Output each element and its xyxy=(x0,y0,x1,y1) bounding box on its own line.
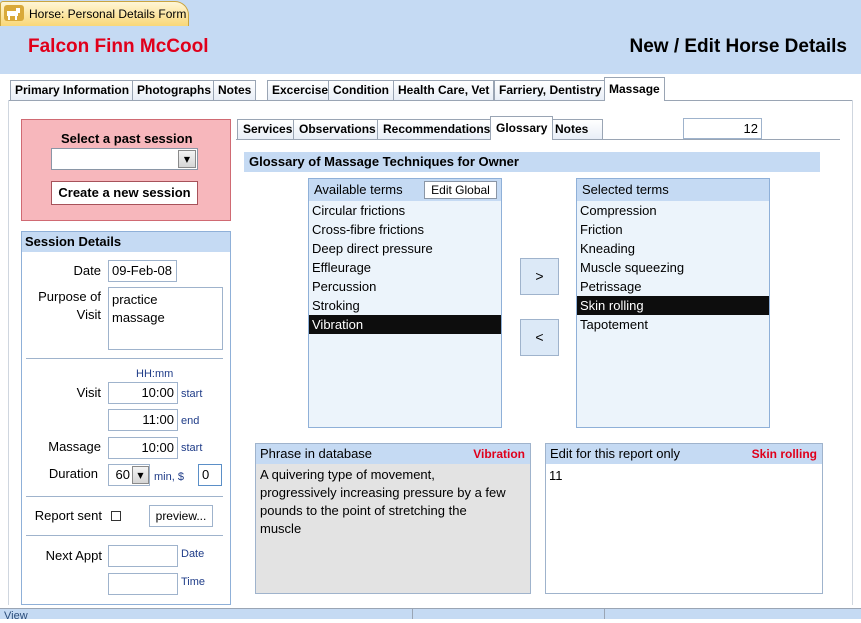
tab-farriery-dentistry[interactable]: Farriery, Dentistry xyxy=(494,80,607,100)
page-title: New / Edit Horse Details xyxy=(629,36,847,57)
phrase-panel-header: Phrase in database Vibration xyxy=(256,444,530,464)
horse-name: Falcon Finn McCool xyxy=(28,36,209,57)
tab-sub-notes[interactable]: Notes xyxy=(549,119,603,139)
form-tab-title: Horse: Personal Details Form xyxy=(29,7,187,21)
status-divider xyxy=(604,609,605,619)
selected-term-item[interactable]: Kneading xyxy=(577,239,769,258)
edit-text-area[interactable]: 11 xyxy=(546,464,822,588)
phrase-header-label: Phrase in database xyxy=(260,446,373,461)
tab-massage[interactable]: Massage xyxy=(604,77,665,101)
phrase-line: A quivering type of movement, xyxy=(260,467,435,482)
edit-for-report-panel: Edit for this report only Skin rolling 1… xyxy=(545,443,823,594)
selected-terms-header: Selected terms xyxy=(577,179,769,201)
status-divider xyxy=(412,609,413,619)
phrase-line: progressively increasing pressure by a f… xyxy=(260,485,506,500)
selected-term-item[interactable]: Compression xyxy=(577,201,769,220)
selected-terms-items: Compression Friction Kneading Muscle squeez… xyxy=(577,201,769,334)
selected-term-item[interactable]: Friction xyxy=(577,220,769,239)
purpose-field[interactable]: practice massage xyxy=(108,287,223,350)
create-new-session-button[interactable]: Create a new session xyxy=(51,181,198,205)
divider xyxy=(26,358,223,359)
date-label: Date xyxy=(73,263,101,278)
selected-term-item[interactable]: Petrissage xyxy=(577,277,769,296)
select-past-session-label: Select a past session xyxy=(61,131,193,146)
available-term-item[interactable]: Effleurage xyxy=(309,258,501,277)
edit-panel-header: Edit for this report only Skin rolling xyxy=(546,444,822,464)
next-appt-date-field[interactable] xyxy=(108,545,178,567)
session-number-field[interactable]: 12 xyxy=(683,118,762,139)
glossary-title: Glossary of Massage Techniques for Owner xyxy=(244,152,820,172)
next-appt-time-label: Time xyxy=(181,576,206,588)
available-term-item[interactable]: Stroking xyxy=(309,296,501,315)
selected-term-item[interactable]: Skin rolling xyxy=(577,296,769,315)
next-appt-time-field[interactable] xyxy=(108,573,178,595)
available-terms-list[interactable]: Available terms Circular frictions Cross-… xyxy=(308,178,502,428)
visit-label: Visit xyxy=(76,385,101,400)
edit-term: Skin rolling xyxy=(751,447,817,461)
edit-global-button[interactable]: Edit Global xyxy=(424,181,497,199)
tab-observations[interactable]: Observations xyxy=(293,119,382,139)
available-terms-items: Circular frictions Cross-fibre frictions D… xyxy=(309,201,501,334)
purpose-line1: practice xyxy=(112,292,158,307)
massage-start-field[interactable]: 10:00 xyxy=(108,437,178,459)
tab-recommendations[interactable]: Recommendations xyxy=(377,119,497,139)
report-sent-label: Report sent xyxy=(34,508,102,523)
purpose-label-line1: Purpose of xyxy=(38,289,101,304)
chevron-down-icon[interactable]: ▼ xyxy=(178,150,196,168)
visit-start-field[interactable]: 10:00 xyxy=(108,382,178,404)
status-text: View xyxy=(4,610,28,622)
phrase-line: pounds to the point of stretching the xyxy=(260,503,467,518)
available-term-item[interactable]: Cross-fibre frictions xyxy=(309,220,501,239)
tab-condition[interactable]: Condition xyxy=(328,80,394,100)
visit-end-field[interactable]: 11:00 xyxy=(108,409,178,431)
form-window-tab[interactable]: Horse: Personal Details Form xyxy=(0,1,189,26)
selected-terms-list[interactable]: Selected terms Compression Friction Kneadi… xyxy=(576,178,770,428)
tab-health-care-vet[interactable]: Health Care, Vet xyxy=(393,80,495,100)
phrase-term: Vibration xyxy=(473,447,525,461)
report-sent-checkbox[interactable] xyxy=(111,511,121,521)
massage-label: Massage xyxy=(48,439,101,454)
chevron-down-icon[interactable]: ▼ xyxy=(132,466,149,484)
tab-notes[interactable]: Notes xyxy=(213,80,257,100)
session-details-title: Session Details xyxy=(22,232,230,252)
status-bar xyxy=(0,608,861,619)
tab-primary-information[interactable]: Primary Information xyxy=(10,80,135,100)
visit-start-label: start xyxy=(181,388,203,400)
purpose-line2: massage xyxy=(112,310,165,325)
tab-photographs[interactable]: Photographs xyxy=(132,80,216,100)
past-session-dropdown[interactable] xyxy=(51,148,198,170)
phrase-text: A quivering type of movement, progressiv… xyxy=(256,464,530,540)
selected-term-item[interactable]: Tapotement xyxy=(577,315,769,334)
edit-header-label: Edit for this report only xyxy=(550,446,681,461)
selected-term-item[interactable]: Muscle squeezing xyxy=(577,258,769,277)
remove-term-button[interactable]: < xyxy=(520,319,559,356)
available-term-item[interactable]: Circular frictions xyxy=(309,201,501,220)
date-field[interactable]: 09-Feb-08 xyxy=(108,260,177,282)
horse-icon xyxy=(4,5,24,21)
tab-services[interactable]: Services xyxy=(237,119,299,139)
available-term-item[interactable]: Percussion xyxy=(309,277,501,296)
duration-label: Duration xyxy=(48,466,98,481)
next-appt-date-label: Date xyxy=(181,548,205,560)
available-term-item[interactable]: Deep direct pressure xyxy=(309,239,501,258)
purpose-label-line2: Visit xyxy=(76,307,101,322)
cost-field[interactable]: 0 xyxy=(198,464,222,486)
available-term-item[interactable]: Vibration xyxy=(309,315,501,334)
time-format-hint: HH:mm xyxy=(136,368,174,380)
divider xyxy=(26,496,223,497)
tab-glossary[interactable]: Glossary xyxy=(490,116,554,140)
next-appt-label: Next Appt xyxy=(45,548,102,563)
add-term-button[interactable]: > xyxy=(520,258,559,295)
duration-unit-label: min, $ xyxy=(154,471,184,483)
preview-button[interactable]: preview... xyxy=(149,505,213,527)
divider xyxy=(26,535,223,536)
massage-start-label: start xyxy=(181,442,203,454)
phrase-in-database-panel: Phrase in database Vibration A quivering… xyxy=(255,443,531,594)
visit-end-label: end xyxy=(181,415,200,427)
tab-exercise[interactable]: Excercise xyxy=(267,80,334,100)
phrase-line: muscle xyxy=(260,521,302,536)
